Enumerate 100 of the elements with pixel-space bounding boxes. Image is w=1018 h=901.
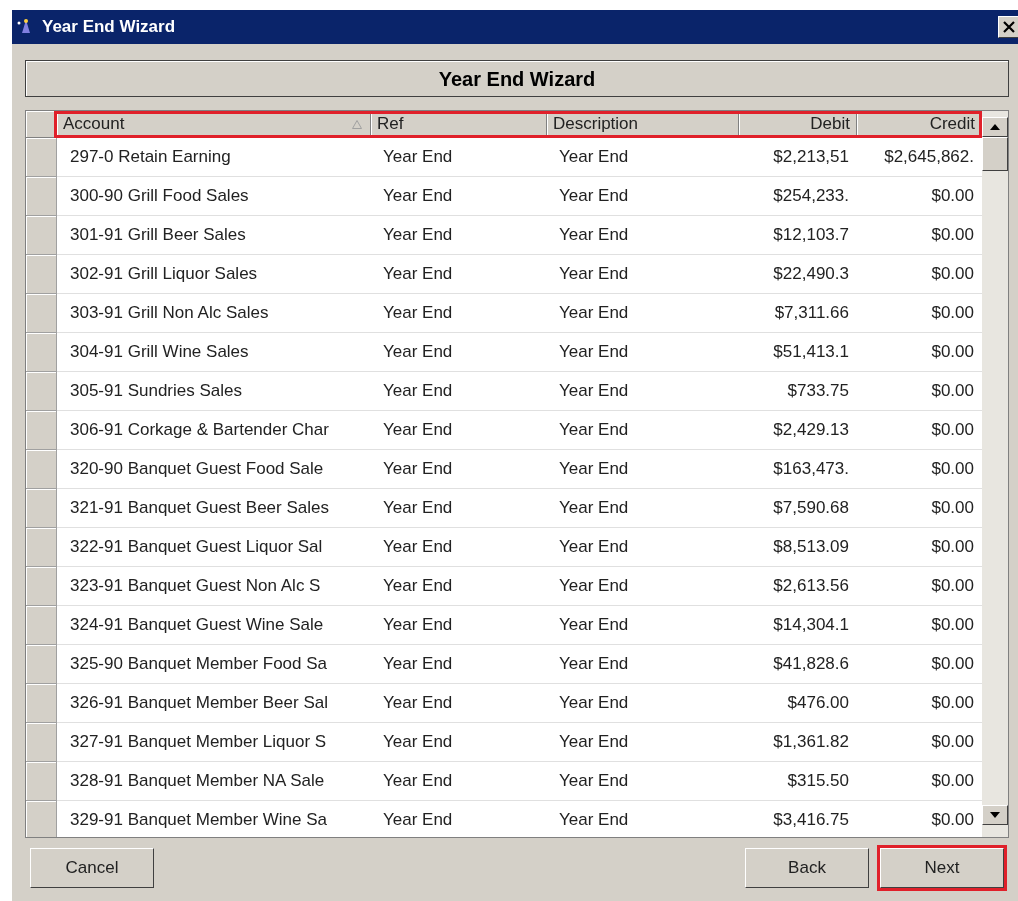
table-cell: Year End	[547, 293, 739, 333]
row-selector[interactable]	[26, 722, 57, 762]
table-cell: Year End	[547, 449, 739, 489]
column-header[interactable]: Debit	[739, 111, 857, 138]
table-cell: 323-91 Banquet Guest Non Alc S	[57, 566, 371, 606]
table-cell: Year End	[371, 137, 547, 177]
table-cell: Year End	[547, 176, 739, 216]
table-cell: $7,311.66	[739, 293, 857, 333]
table-cell: 329-91 Banquet Member Wine Sa	[57, 800, 371, 837]
up-arrow-icon	[990, 124, 1000, 130]
table-cell: $254,233.	[739, 176, 857, 216]
row-selector[interactable]	[26, 332, 57, 372]
table-cell: Year End	[547, 215, 739, 255]
close-icon	[1003, 21, 1015, 33]
table-cell: 324-91 Banquet Guest Wine Sale	[57, 605, 371, 645]
table-cell: Year End	[371, 449, 547, 489]
table-cell: 297-0 Retain Earning	[57, 137, 371, 177]
wizard-button[interactable]: Next	[880, 848, 1004, 888]
scroll-thumb[interactable]	[982, 137, 1008, 171]
sort-arrow-icon	[352, 120, 362, 129]
table-cell: 326-91 Banquet Member Beer Sal	[57, 683, 371, 723]
scroll-up-button[interactable]	[982, 117, 1008, 137]
row-selector[interactable]	[26, 644, 57, 684]
table-cell: Year End	[547, 410, 739, 450]
table-cell: $163,473.	[739, 449, 857, 489]
table-cell: Year End	[547, 332, 739, 372]
table-cell: Year End	[547, 683, 739, 723]
table-cell: Year End	[371, 332, 547, 372]
table-cell: 300-90 Grill Food Sales	[57, 176, 371, 216]
table-cell: Year End	[371, 176, 547, 216]
table-cell: $22,490.3	[739, 254, 857, 294]
table-cell: Year End	[371, 605, 547, 645]
wizard-button[interactable]: Back	[745, 848, 869, 888]
table-cell: Year End	[371, 644, 547, 684]
table-cell: Year End	[547, 722, 739, 762]
row-selector[interactable]	[26, 215, 57, 255]
table-cell: 328-91 Banquet Member NA Sale	[57, 761, 371, 801]
table-cell: Year End	[371, 683, 547, 723]
wizard-button[interactable]: Cancel	[30, 848, 154, 888]
table-cell: $2,613.56	[739, 566, 857, 606]
row-selector[interactable]	[26, 254, 57, 294]
table-cell: Year End	[547, 566, 739, 606]
table-cell: $733.75	[739, 371, 857, 411]
row-selector[interactable]	[26, 488, 57, 528]
table-cell: Year End	[371, 800, 547, 837]
wizard-header: Year End Wizard	[25, 60, 1009, 97]
row-selector[interactable]	[26, 449, 57, 489]
table-cell: $2,213,51	[739, 137, 857, 177]
table-cell: 322-91 Banquet Guest Liquor Sal	[57, 527, 371, 567]
column-header[interactable]: Account	[57, 111, 371, 138]
table-cell: Year End	[371, 293, 547, 333]
table-cell: $7,590.68	[739, 488, 857, 528]
column-header[interactable]: Ref	[371, 111, 547, 138]
table-cell: $51,413.1	[739, 332, 857, 372]
table-cell: 301-91 Grill Beer Sales	[57, 215, 371, 255]
table-cell: 325-90 Banquet Member Food Sa	[57, 644, 371, 684]
row-selector[interactable]	[26, 293, 57, 333]
table-cell: Year End	[547, 371, 739, 411]
table-cell: Year End	[371, 527, 547, 567]
row-selector[interactable]	[26, 683, 57, 723]
row-selector[interactable]	[26, 527, 57, 567]
scroll-down-button[interactable]	[982, 805, 1008, 825]
table-cell: Year End	[547, 137, 739, 177]
row-selector[interactable]	[26, 371, 57, 411]
down-arrow-icon	[990, 812, 1000, 818]
table-cell: Year End	[547, 800, 739, 837]
table-cell: Year End	[371, 722, 547, 762]
window-title: Year End Wizard	[42, 16, 177, 39]
table-cell: $8,513.09	[739, 527, 857, 567]
table-cell: Year End	[547, 644, 739, 684]
table-cell: Year End	[371, 410, 547, 450]
table-cell: 321-91 Banquet Guest Beer Sales	[57, 488, 371, 528]
table-cell: Year End	[371, 488, 547, 528]
row-selector[interactable]	[26, 176, 57, 216]
table-cell: Year End	[371, 566, 547, 606]
table-cell: $14,304.1	[739, 605, 857, 645]
row-selector[interactable]	[26, 761, 57, 801]
table-cell: Year End	[547, 488, 739, 528]
table-cell: 303-91 Grill Non Alc Sales	[57, 293, 371, 333]
row-selector[interactable]	[26, 566, 57, 606]
row-selector[interactable]	[26, 137, 57, 177]
table-cell: Year End	[371, 254, 547, 294]
row-selector[interactable]	[26, 410, 57, 450]
table-cell: Year End	[547, 527, 739, 567]
table-cell: 302-91 Grill Liquor Sales	[57, 254, 371, 294]
table-cell: Year End	[371, 371, 547, 411]
table-cell: 306-91 Corkage & Bartender Char	[57, 410, 371, 450]
vertical-scrollbar[interactable]	[982, 111, 1008, 837]
column-header[interactable]: Description	[547, 111, 739, 138]
table-cell: $3,416.75	[739, 800, 857, 837]
table-cell: $12,103.7	[739, 215, 857, 255]
table-cell: Year End	[547, 254, 739, 294]
row-selector[interactable]	[26, 605, 57, 645]
table-cell: Year End	[547, 605, 739, 645]
table-cell: 305-91 Sundries Sales	[57, 371, 371, 411]
row-selector[interactable]	[26, 800, 57, 837]
table-cell: $315.50	[739, 761, 857, 801]
table-cell: $476.00	[739, 683, 857, 723]
close-button[interactable]	[998, 16, 1018, 38]
table-cell: 320-90 Banquet Guest Food Sale	[57, 449, 371, 489]
